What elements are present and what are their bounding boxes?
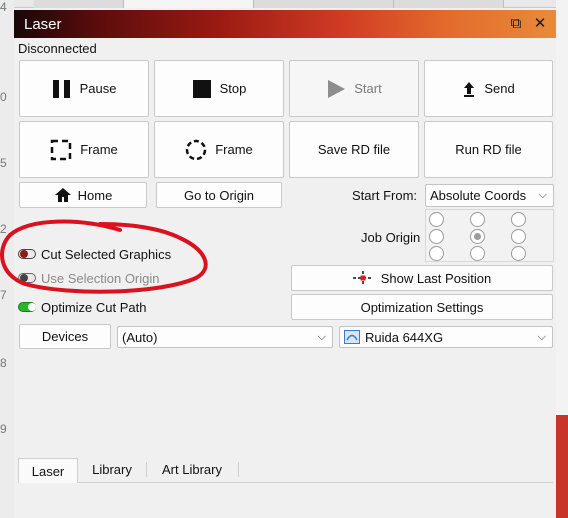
top-tab[interactable]: [124, 0, 254, 8]
side-mark: 9: [0, 422, 7, 436]
device-select[interactable]: Ruida 644XG ⌵: [339, 326, 553, 348]
frame-circle-label: Frame: [215, 142, 253, 157]
save-rd-file-button[interactable]: Save RD file: [289, 121, 419, 178]
window-title: Laser: [24, 16, 62, 33]
frame-rect-label: Frame: [80, 142, 118, 157]
upload-icon: [462, 80, 476, 98]
frame-circle-button[interactable]: Frame: [154, 121, 284, 178]
job-origin-label: Job Origin: [361, 230, 421, 245]
job-origin-radio[interactable]: [470, 246, 485, 261]
pause-icon: [52, 79, 72, 99]
pause-label: Pause: [79, 81, 117, 96]
tab-library[interactable]: Library: [78, 458, 146, 481]
chevron-down-icon: ⌵: [537, 331, 546, 343]
pause-button[interactable]: Pause: [19, 60, 149, 117]
optimization-settings-button[interactable]: Optimization Settings: [291, 294, 553, 320]
close-icon[interactable]: ✕: [530, 14, 550, 34]
crosshair-icon: [352, 271, 373, 285]
job-origin-radio[interactable]: [511, 246, 526, 261]
optimize-cut-path-toggle[interactable]: [18, 302, 36, 312]
window-titlebar[interactable]: Laser ⧉ ✕: [14, 10, 556, 38]
float-window-icon[interactable]: ⧉: [506, 14, 526, 34]
send-label: Send: [484, 81, 515, 96]
home-label: Home: [77, 187, 113, 203]
top-tab[interactable]: [394, 0, 504, 8]
chevron-down-icon: ⌵: [538, 189, 547, 201]
show-last-position-label: Show Last Position: [380, 270, 492, 286]
job-origin-radio[interactable]: [470, 212, 485, 227]
send-button[interactable]: Send: [424, 60, 553, 117]
red-annotation-ellipse: [0, 219, 208, 294]
tab-laser[interactable]: Laser: [18, 458, 78, 483]
start-from-select[interactable]: Absolute Coords ⌵: [425, 184, 554, 207]
show-last-position-button[interactable]: Show Last Position: [291, 265, 553, 291]
devices-button[interactable]: Devices: [19, 324, 111, 349]
start-label: Start: [354, 81, 382, 96]
side-mark: 8: [0, 356, 7, 370]
job-origin-grid: [425, 209, 554, 262]
side-mark: 0: [0, 90, 7, 104]
frame-circle-icon: [185, 139, 207, 161]
home-button[interactable]: Home: [19, 182, 147, 208]
device-value: Ruida 644XG: [365, 329, 444, 345]
stop-label: Stop: [219, 81, 247, 96]
chevron-down-icon: ⌵: [317, 331, 326, 343]
start-button[interactable]: Start: [289, 60, 419, 117]
top-tab[interactable]: [34, 0, 124, 8]
play-icon: [326, 79, 346, 99]
job-origin-radio[interactable]: [429, 212, 444, 227]
side-mark: 4: [0, 0, 7, 14]
connection-status: Disconnected: [18, 41, 97, 56]
tab-art-library[interactable]: Art Library: [146, 458, 238, 481]
job-origin-radio[interactable]: [429, 229, 444, 244]
tab-separator: [238, 462, 239, 477]
stop-icon: [192, 79, 212, 99]
top-tab[interactable]: [254, 0, 394, 8]
job-origin-radio[interactable]: [511, 229, 526, 244]
job-origin-radio-selected[interactable]: [470, 229, 485, 244]
optimize-cut-path-label[interactable]: Optimize Cut Path: [41, 300, 147, 315]
go-to-origin-button[interactable]: Go to Origin: [156, 182, 282, 208]
network-device-icon: [344, 330, 360, 344]
start-from-value: Absolute Coords: [430, 188, 527, 203]
job-origin-radio[interactable]: [429, 246, 444, 261]
run-rd-file-button[interactable]: Run RD file: [424, 121, 553, 178]
stop-button[interactable]: Stop: [154, 60, 284, 117]
frame-rect-button[interactable]: Frame: [19, 121, 149, 178]
job-origin-radio[interactable]: [511, 212, 526, 227]
port-select[interactable]: (Auto) ⌵: [117, 326, 333, 348]
tab-separator: [146, 462, 147, 477]
top-tab-strip: [14, 0, 556, 8]
start-from-label: Start From:: [352, 188, 418, 203]
port-value: (Auto): [122, 329, 158, 345]
frame-rectangle-icon: [50, 139, 72, 161]
side-mark: 5: [0, 156, 7, 170]
tab-divider: [18, 482, 553, 483]
home-icon: [54, 187, 72, 203]
